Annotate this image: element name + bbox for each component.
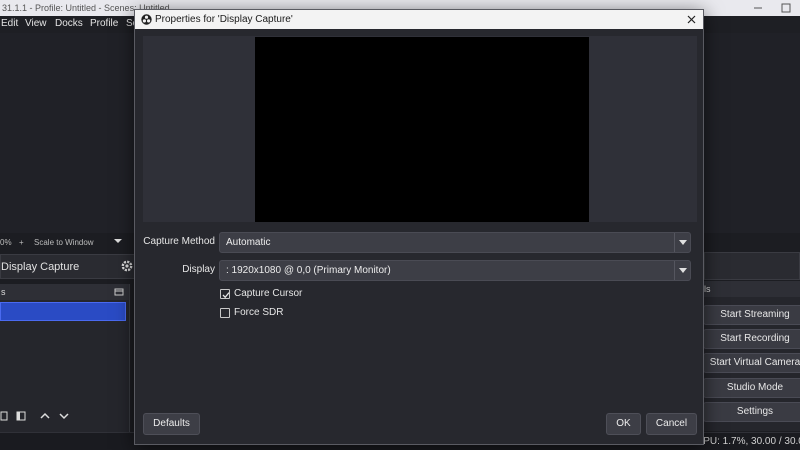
chevron-down-icon[interactable]: [674, 261, 690, 280]
move-down-icon[interactable]: [58, 410, 70, 425]
menu-profile[interactable]: Profile: [90, 18, 118, 29]
trash-icon[interactable]: [0, 410, 8, 425]
ok-button[interactable]: OK: [606, 413, 641, 435]
gear-icon[interactable]: [119, 258, 135, 274]
source-name: Display Capture: [1, 261, 80, 273]
capture-cursor-checkbox-box[interactable]: [220, 289, 230, 299]
sources-tools: [0, 408, 126, 426]
controls-dock: ls Start Streaming Start Recording Start…: [698, 281, 800, 431]
right-dock-header: [704, 252, 800, 280]
menu-view[interactable]: View: [25, 18, 47, 29]
dialog-title: Properties for 'Display Capture': [155, 14, 293, 25]
minimize-icon[interactable]: [752, 2, 764, 14]
capture-preview-image: [255, 37, 589, 222]
force-sdr-label: Force SDR: [234, 307, 284, 318]
start-streaming-button[interactable]: Start Streaming: [703, 305, 800, 325]
scale-bar: 0% + Scale to Window: [0, 236, 132, 250]
capture-cursor-label: Capture Cursor: [234, 288, 303, 299]
display-label: Display: [182, 264, 215, 275]
sources-dock: s: [0, 284, 130, 432]
menu-docks[interactable]: Docks: [55, 18, 83, 29]
source-toolbar: Display Capture: [0, 254, 138, 279]
display-value: : 1920x1080 @ 0,0 (Primary Monitor): [226, 265, 391, 276]
filter-icon[interactable]: [16, 410, 26, 425]
settings-button[interactable]: Settings: [703, 402, 800, 422]
capture-method-value: Automatic: [226, 237, 271, 248]
close-icon[interactable]: [685, 13, 698, 26]
maximize-icon[interactable]: [780, 2, 792, 14]
sources-dock-header: s: [0, 284, 129, 300]
defaults-button[interactable]: Defaults: [143, 413, 200, 435]
studio-mode-button[interactable]: Studio Mode: [703, 378, 800, 398]
capture-method-select[interactable]: Automatic: [219, 232, 691, 253]
move-up-icon[interactable]: [39, 410, 51, 425]
chevron-down-icon[interactable]: [674, 233, 690, 252]
scale-mode[interactable]: Scale to Window: [34, 238, 94, 247]
controls-dock-title: ls: [704, 284, 711, 294]
zoom-level: 0%: [0, 238, 12, 247]
capture-cursor-checkbox[interactable]: Capture Cursor: [220, 288, 340, 301]
start-recording-button[interactable]: Start Recording: [703, 329, 800, 349]
menu-edit[interactable]: Edit: [1, 18, 18, 29]
controls-dock-header: ls: [698, 281, 800, 297]
start-virtual-camera-button[interactable]: Start Virtual Camera: [703, 353, 800, 373]
dock-float-icon[interactable]: [114, 287, 124, 297]
force-sdr-checkbox-box[interactable]: [220, 308, 230, 318]
cancel-button[interactable]: Cancel: [646, 413, 697, 435]
cpu-status: CPU: 1.7%, 30.00 / 30.0: [696, 436, 800, 447]
dialog-titlebar: Properties for 'Display Capture': [135, 10, 703, 29]
obs-logo-icon: [141, 14, 152, 25]
capture-preview: [143, 36, 697, 222]
chevron-down-icon[interactable]: [114, 237, 122, 247]
sources-dock-title: s: [1, 287, 6, 297]
force-sdr-checkbox[interactable]: Force SDR: [220, 307, 340, 320]
zoom-in-button[interactable]: +: [19, 238, 24, 247]
capture-method-label: Capture Method: [143, 236, 215, 247]
selected-scene-row[interactable]: [0, 302, 126, 321]
properties-dialog: Properties for 'Display Capture' Capture…: [134, 9, 704, 445]
display-select[interactable]: : 1920x1080 @ 0,0 (Primary Monitor): [219, 260, 691, 281]
